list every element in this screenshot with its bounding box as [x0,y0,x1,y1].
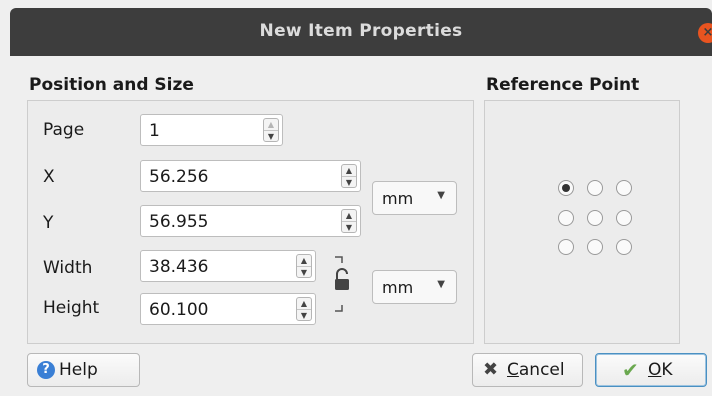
cancel-icon: ✖ [483,359,499,380]
ref-lower-left-radio[interactable] [558,239,574,255]
ref-middle-left-radio[interactable] [558,210,574,226]
reference-point-frame [484,100,680,344]
window-title: New Item Properties [259,21,463,41]
ok-accel: O [648,360,662,380]
help-label: Help [59,360,98,380]
chevron-down-icon: ▼ [437,190,445,201]
cancel-accel: C [507,360,519,380]
step-up-icon[interactable]: ▲ [297,255,311,266]
page-stepper[interactable]: ▲ ▼ [263,118,279,142]
x-stepper[interactable]: ▲ ▼ [341,164,357,188]
ref-center-radio[interactable] [587,210,603,226]
page-spinbox[interactable]: 1 ▲ ▼ [140,114,283,146]
step-up-icon[interactable]: ▲ [342,165,356,176]
check-icon: ✔ [622,358,639,382]
step-up-icon[interactable]: ▲ [342,210,356,221]
height-spinbox[interactable]: 60.100 ▲ ▼ [140,293,316,325]
step-down-icon[interactable]: ▼ [297,309,311,320]
step-down-icon[interactable]: ▼ [297,266,311,277]
reference-point-title: Reference Point [486,75,640,95]
position-unit-value: mm [382,189,414,208]
y-label: Y [43,213,54,233]
cancel-rest: ancel [518,360,565,380]
help-button[interactable]: ? Help [27,353,140,387]
width-spinbox[interactable]: 38.436 ▲ ▼ [140,250,316,282]
step-up-icon[interactable]: ▲ [297,298,311,309]
step-up-icon[interactable]: ▲ [264,119,278,130]
height-value: 60.100 [149,300,209,320]
position-unit-combo[interactable]: mm ▼ [372,181,457,215]
ok-button[interactable]: ✔ OK [595,353,707,387]
size-unit-value: mm [382,278,414,297]
step-down-icon[interactable]: ▼ [342,221,356,232]
width-stepper[interactable]: ▲ ▼ [296,254,312,278]
ref-upper-right-radio[interactable] [616,180,632,196]
dialog-body: Position and Size Page 1 ▲ ▼ X 56.256 ▲ … [10,56,712,396]
position-size-title: Position and Size [29,75,194,95]
width-label: Width [43,258,93,278]
height-stepper[interactable]: ▲ ▼ [296,297,312,321]
width-value: 38.436 [149,257,209,277]
ok-rest: K [661,360,673,380]
y-stepper[interactable]: ▲ ▼ [341,209,357,233]
ref-upper-left-radio[interactable] [558,180,574,196]
y-spinbox[interactable]: 56.955 ▲ ▼ [140,205,361,237]
lock-icon[interactable] [330,254,354,314]
size-unit-combo[interactable]: mm ▼ [372,270,457,304]
chevron-down-icon: ▼ [437,279,445,290]
height-label: Height [43,298,100,318]
ref-lower-middle-radio[interactable] [587,239,603,255]
x-spinbox[interactable]: 56.256 ▲ ▼ [140,160,361,192]
close-icon: × [702,25,712,40]
cancel-label: Cancel [507,360,565,380]
close-button[interactable]: × [698,23,712,43]
title-bar: New Item Properties × [10,8,712,56]
ref-lower-right-radio[interactable] [616,239,632,255]
ref-middle-right-radio[interactable] [616,210,632,226]
cancel-button[interactable]: ✖ Cancel [472,353,583,387]
ok-label: OK [648,360,673,380]
step-down-icon[interactable]: ▼ [342,176,356,187]
ref-upper-middle-radio[interactable] [587,180,603,196]
x-value: 56.256 [149,167,209,187]
help-icon: ? [37,361,55,379]
step-down-icon[interactable]: ▼ [264,130,278,141]
x-label: X [43,167,55,187]
page-label: Page [43,120,85,140]
y-value: 56.955 [149,212,209,232]
page-value: 1 [149,121,160,141]
